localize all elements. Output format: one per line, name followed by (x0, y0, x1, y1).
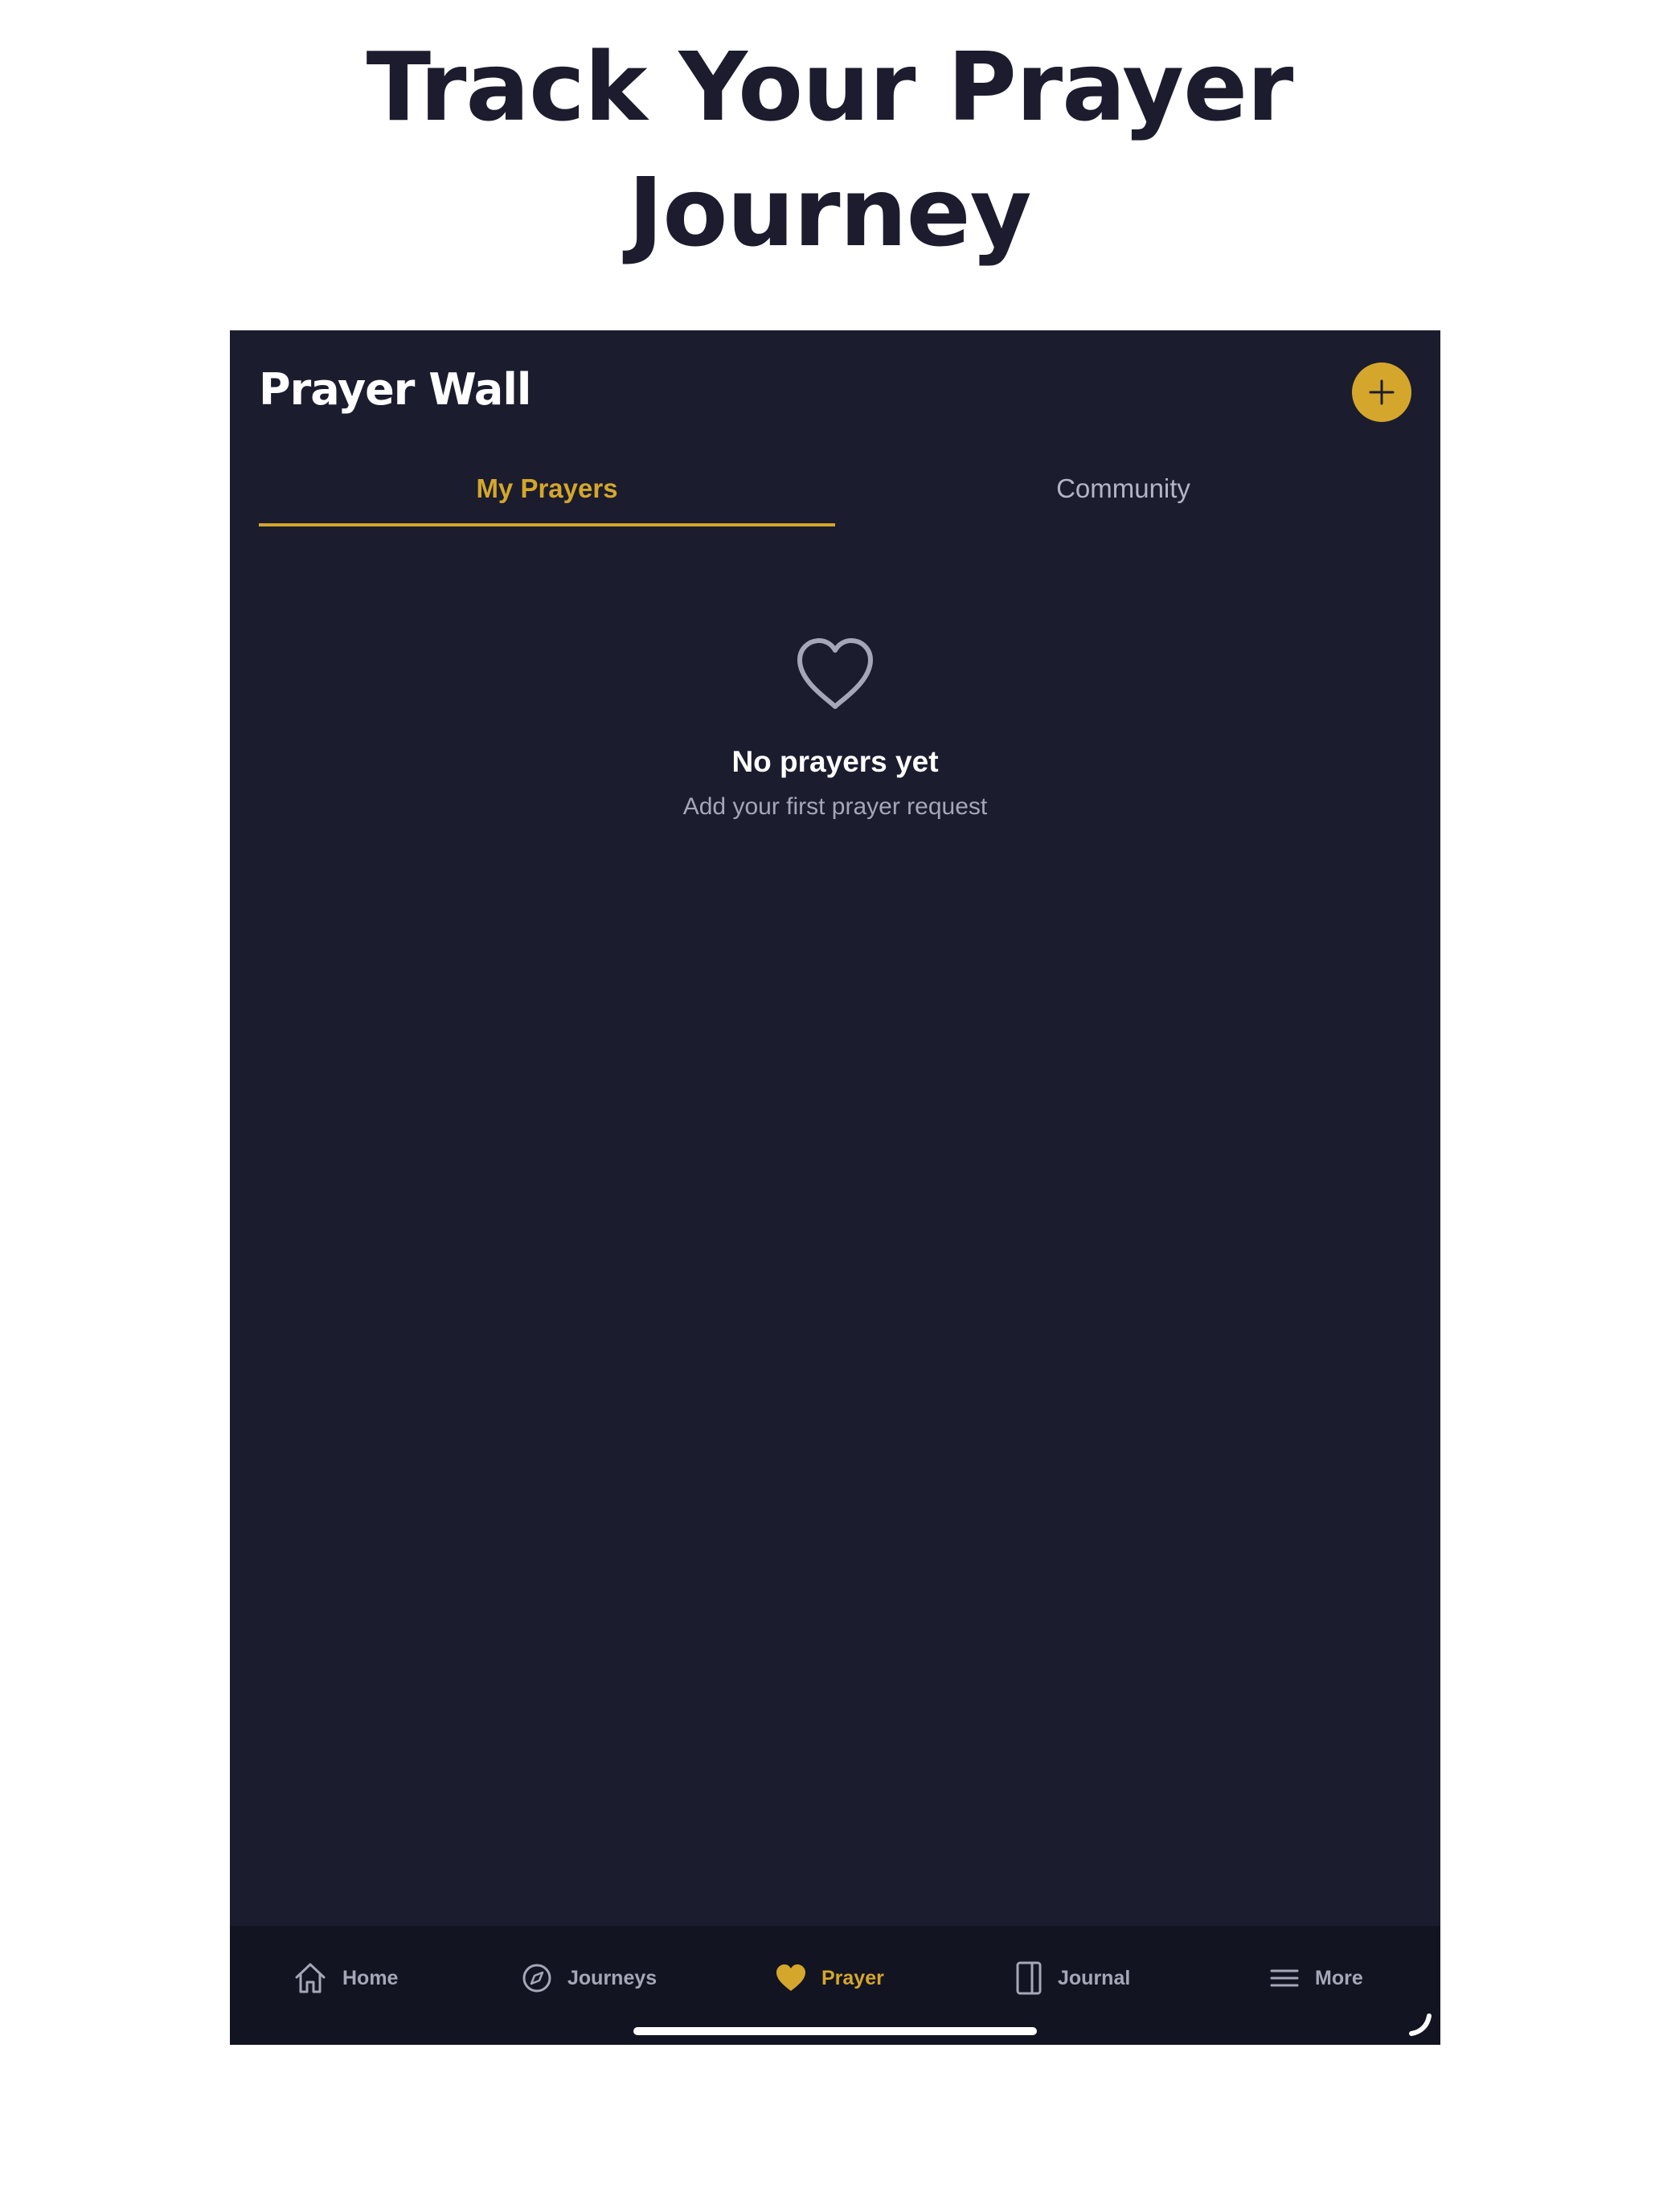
tabbar-item-home[interactable]: Home (293, 1958, 398, 1998)
compass-icon (522, 1964, 551, 1993)
tabbar-journeys-label: Journeys (567, 1966, 657, 1989)
tab-community-label: Community (1056, 473, 1190, 503)
tab-my-prayers-label: My Prayers (476, 473, 618, 503)
heart-outline-icon (797, 638, 873, 709)
home-indicator (633, 2027, 1037, 2035)
empty-state-title: No prayers yet (731, 745, 939, 778)
add-prayer-button[interactable] (1352, 363, 1411, 422)
tab-my-prayers[interactable]: My Prayers (259, 451, 835, 526)
promo-headline: Track Your Prayer Journey (0, 24, 1659, 275)
tab-community[interactable]: Community (835, 451, 1411, 526)
promo-headline-line-1: Track Your Prayer (366, 31, 1294, 142)
tabbar-item-journal[interactable]: Journal (1014, 1958, 1130, 1998)
tabbar-prayer-label: Prayer (821, 1966, 884, 1989)
heart-icon (776, 1964, 805, 1991)
home-icon (295, 1963, 326, 1993)
promo-headline-line-2: Journey (628, 157, 1031, 268)
tabbar-item-journeys[interactable]: Journeys (521, 1958, 657, 1998)
empty-state: No prayers yet Add your first prayer req… (230, 636, 1440, 821)
corner-grip-icon (1409, 2013, 1432, 2036)
empty-state-subtitle: Add your first prayer request (682, 793, 988, 820)
tabbar-item-more[interactable]: More (1268, 1958, 1363, 1998)
tabbar-more-label: More (1315, 1966, 1363, 1989)
app-screen: Prayer Wall My Prayers Community No pray… (230, 330, 1440, 2045)
page-title: Prayer Wall (259, 364, 531, 415)
tabbar-home-label: Home (342, 1966, 399, 1989)
tabbar-journal-label: Journal (1058, 1966, 1131, 1989)
segmented-tabs: My Prayers Community (259, 451, 1411, 526)
menu-icon (1270, 1969, 1299, 1987)
tabbar-item-prayer[interactable]: Prayer (775, 1958, 884, 1998)
journal-icon (1016, 1961, 1042, 1995)
plus-icon (1369, 379, 1395, 405)
